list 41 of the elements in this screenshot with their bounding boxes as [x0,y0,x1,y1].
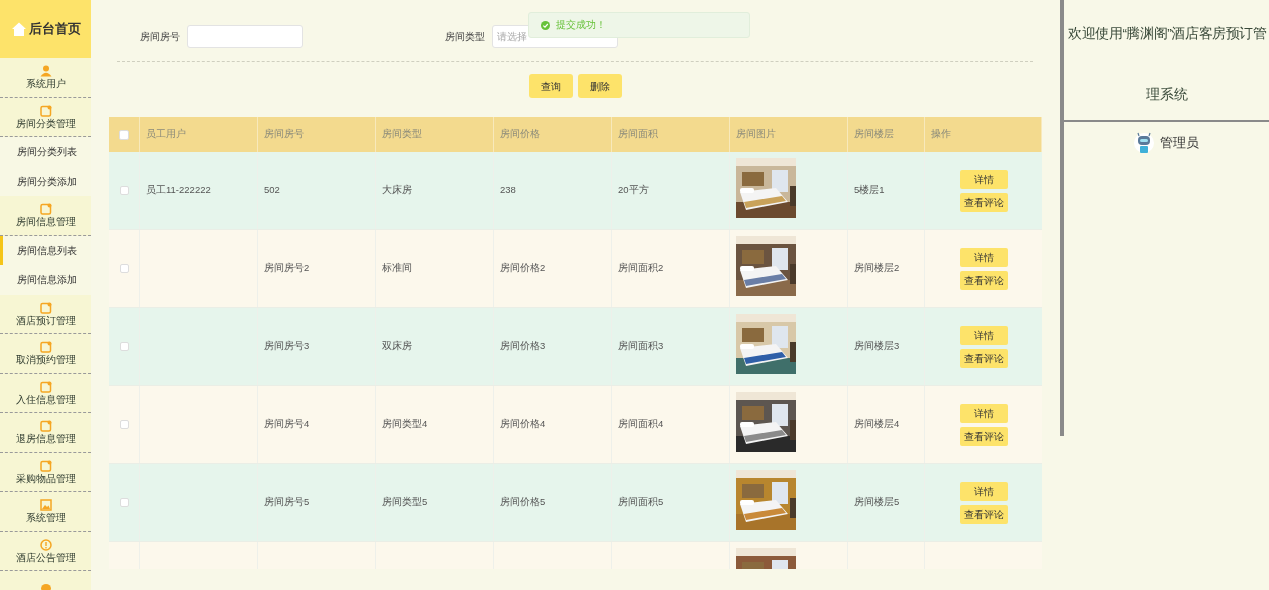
table-cell: 房间价格3 [500,339,546,354]
user-role: 管理员 [1160,134,1199,153]
table-cell: 房间房号5 [264,495,310,510]
home-label: 后台首页 [28,20,81,39]
table-cell: 双床房 [382,339,412,354]
table-cell: 房间面积4 [618,417,664,432]
welcome-title: 欢迎使用“腾渊阁”酒店客房预订管 [1067,24,1268,43]
column-header: 房间类型 [382,127,422,142]
table-cell: 房间房号4 [264,417,310,432]
table-cell: 大床房 [382,183,412,198]
table-cell: 房间房号2 [264,261,310,276]
table-cell: 房间面积3 [618,339,664,354]
table-cell: 房间楼层4 [854,417,900,432]
column-header: 房间房号 [264,127,304,142]
column-header: 操作 [931,127,951,142]
table-cell: 房间房号3 [264,339,310,354]
table-cell: 502 [264,183,280,198]
table-cell: 房间价格5 [500,495,546,510]
table-cell: 标准间 [382,261,412,276]
table-cell: 房间类型5 [382,495,428,510]
table-cell: 238 [500,183,516,198]
table-cell: 房间面积2 [618,261,664,276]
table-cell: 员工11-222222 [146,183,211,198]
table-cell: 房间价格2 [500,261,546,276]
table-cell: 房间价格4 [500,417,546,432]
column-header: 房间图片 [736,127,776,142]
field-label: 房间房号 [140,30,180,44]
table-cell: 房间楼层5 [854,495,900,510]
column-header: 房间楼层 [854,127,894,142]
table-cell: 房间类型4 [382,417,428,432]
table-cell: 5楼层1 [854,183,885,198]
table-cell: 房间楼层2 [854,261,900,276]
column-header: 房间价格 [500,127,540,142]
field-label: 房间类型 [445,30,485,44]
table-cell: 20平方 [618,183,649,198]
welcome-title: 理系统 [1144,84,1189,104]
column-header: 房间面积 [618,127,658,142]
table-cell: 房间楼层3 [854,339,900,354]
toast-message: 提交成功！ [556,17,606,32]
column-header: 员工用户 [146,127,186,142]
table-cell: 房间面积5 [618,495,664,510]
